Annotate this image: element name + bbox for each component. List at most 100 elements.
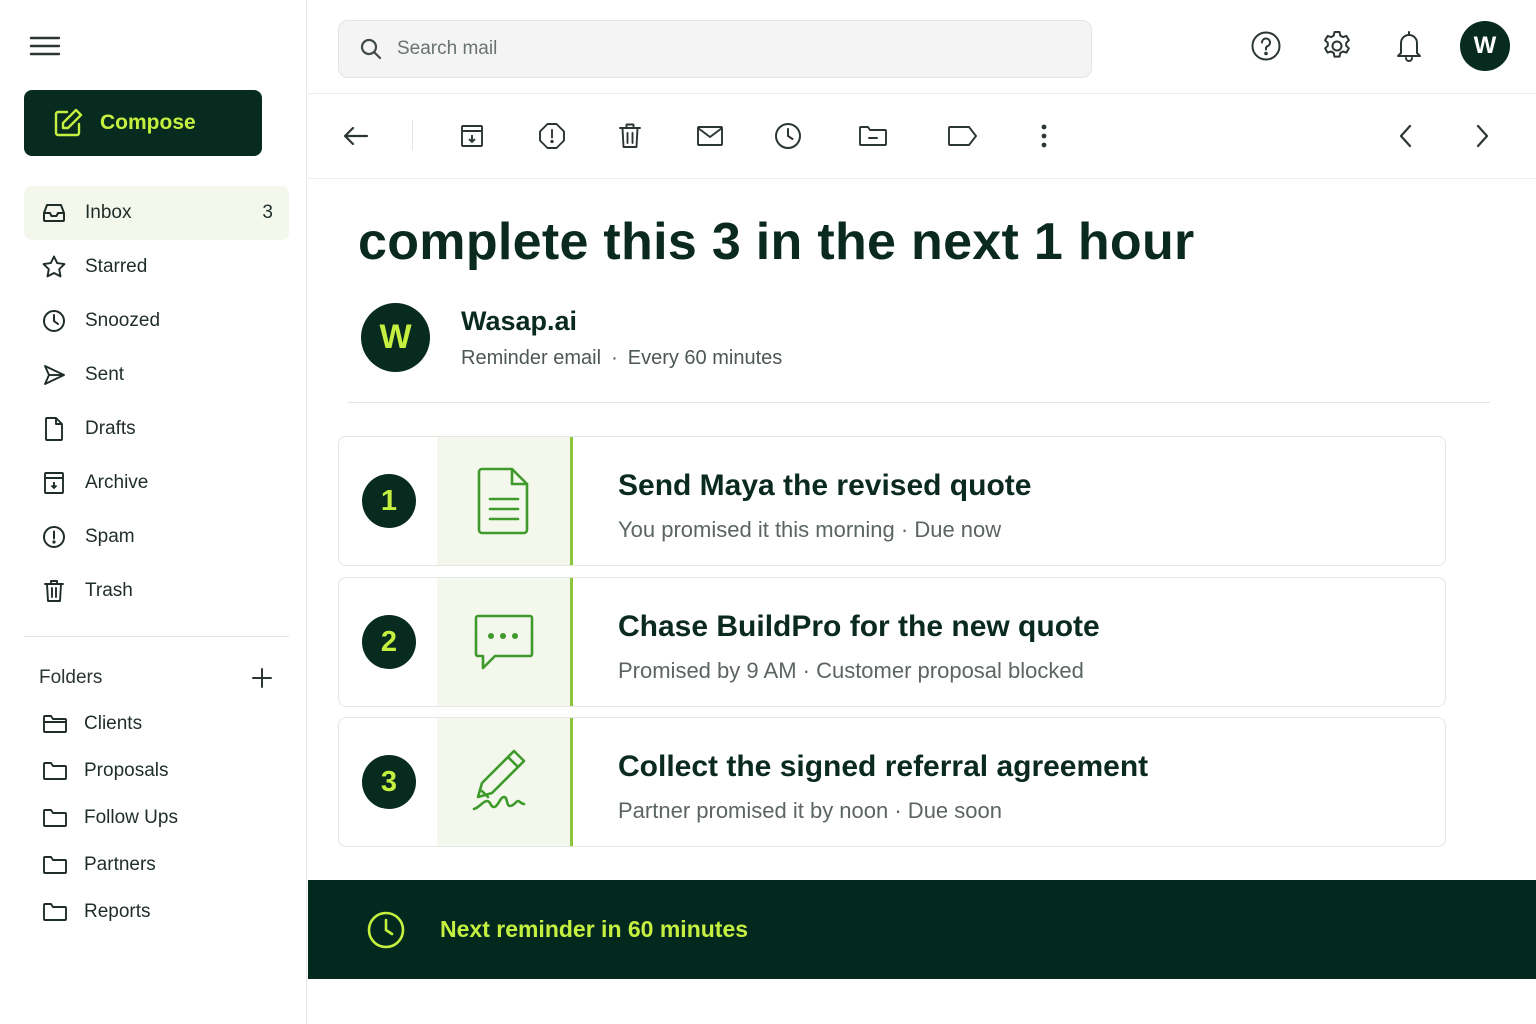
task-title: Collect the signed referral agreement [618,750,1149,783]
folder-item-partners[interactable]: Partners [24,841,289,888]
sidebar-item-label: Spam [85,526,135,547]
sender-meta: Reminder email · Every 60 minutes [461,347,782,370]
task-number: 2 [362,615,416,669]
meta-separator: · [611,347,618,369]
search-icon [359,37,383,61]
folder-label: Partners [84,853,156,875]
folder-icon [42,806,70,830]
mark-unread-icon[interactable] [690,116,730,156]
toolbar-divider [308,178,1536,179]
sidebar-item-inbox[interactable]: Inbox 3 [24,186,289,240]
file-icon [40,415,68,443]
task-icon-panel [437,578,573,706]
folder-item-clients[interactable]: Clients [24,700,289,747]
more-options-icon[interactable] [1024,116,1064,156]
sidebar-item-label: Trash [85,580,133,601]
task-number: 3 [362,755,416,809]
sidebar: Compose Inbox 3 Starred Snoozed Sent Dra… [0,0,307,1024]
sidebar-item-label: Starred [85,256,148,277]
sidebar-item-starred[interactable]: Starred [24,240,289,294]
folder-item-reports[interactable]: Reports [24,888,289,935]
reminder-banner: Next reminder in 60 minutes [308,880,1536,979]
reminder-text: Next reminder in 60 minutes [440,916,749,942]
topbar-divider [308,93,1536,94]
folder-icon [42,759,70,783]
email-frequency: Every 60 minutes [627,347,783,369]
back-arrow-icon[interactable] [336,116,376,156]
toolbar-separator [412,120,413,150]
report-spam-icon[interactable] [532,116,572,156]
folder-item-follow-ups[interactable]: Follow Ups [24,794,289,841]
folders-title: Folders [39,667,103,688]
email-subject: complete this 3 in the next 1 hour [358,213,1195,271]
trash-icon[interactable] [610,116,650,156]
archive-icon [40,469,68,497]
add-folder-icon[interactable] [250,666,274,690]
help-icon[interactable] [1246,26,1286,66]
clock-icon [40,307,68,335]
task-title: Send Maya the revised quote [618,469,1032,502]
folder-label: Proposals [84,759,169,781]
email-type: Reminder email [461,347,602,369]
sidebar-item-label: Archive [85,472,149,493]
folder-label: Reports [84,900,151,922]
task-card: 1 Send Maya the revised quote You promis… [338,436,1446,566]
search-input[interactable] [397,38,1037,60]
compose-button[interactable]: Compose [24,90,262,156]
sidebar-divider [24,636,289,637]
folder-icon [42,712,70,736]
task-card: 2 Chase BuildPro for the new quote Promi… [338,577,1446,707]
folders-header: Folders [39,662,274,694]
sidebar-item-drafts[interactable]: Drafts [24,402,289,456]
folder-item-proposals[interactable]: Proposals [24,747,289,794]
sidebar-item-archive[interactable]: Archive [24,456,289,510]
sidebar-item-label: Drafts [85,418,136,439]
folder-label: Follow Ups [84,806,178,828]
inbox-icon [40,199,68,227]
folder-icon [42,900,70,924]
bell-icon[interactable] [1389,26,1429,66]
task-number: 1 [362,474,416,528]
task-title: Chase BuildPro for the new quote [618,610,1100,643]
snooze-icon[interactable] [768,116,808,156]
sidebar-item-snoozed[interactable]: Snoozed [24,294,289,348]
clock-icon [366,910,406,950]
archive-icon[interactable] [452,116,492,156]
folder-icon [42,853,70,877]
sidebar-item-trash[interactable]: Trash [24,564,289,618]
send-icon [40,361,68,389]
task-icon-panel [437,718,573,846]
task-card: 3 Collect the signed referral agreement … [338,717,1446,847]
search-bar[interactable] [338,20,1092,78]
gear-icon[interactable] [1317,26,1357,66]
header-divider [348,402,1490,403]
task-subtitle: Partner promised it by noon · Due soon [618,798,1002,823]
sidebar-item-label: Snoozed [85,310,161,331]
compose-icon [52,107,84,139]
label-icon[interactable] [943,116,983,156]
menu-icon[interactable] [28,30,62,62]
sender-avatar: W [361,303,430,372]
sidebar-item-sent[interactable]: Sent [24,348,289,402]
move-to-folder-icon[interactable] [853,116,893,156]
task-icon-panel [437,437,573,565]
signature-pen-icon [468,747,540,817]
chat-icon [473,611,535,673]
compose-label: Compose [100,111,196,134]
document-icon [476,466,532,536]
task-subtitle: You promised it this morning · Due now [618,517,1002,542]
next-email-icon[interactable] [1462,116,1502,156]
sender-name[interactable]: Wasap.ai [461,306,577,337]
task-subtitle: Promised by 9 AM · Customer proposal blo… [618,658,1084,683]
unread-count-badge: 3 [262,202,273,223]
sidebar-item-label: Sent [85,364,125,385]
folder-list: Clients Proposals Follow Ups Partners Re… [24,700,289,935]
sidebar-item-label: Inbox [85,202,132,223]
previous-email-icon[interactable] [1386,116,1426,156]
star-icon [40,253,68,281]
trash-icon [40,577,68,605]
folder-label: Clients [84,712,143,734]
avatar[interactable]: W [1460,21,1510,71]
sidebar-item-spam[interactable]: Spam [24,510,289,564]
sidebar-nav: Inbox 3 Starred Snoozed Sent Drafts Arch… [24,186,289,618]
